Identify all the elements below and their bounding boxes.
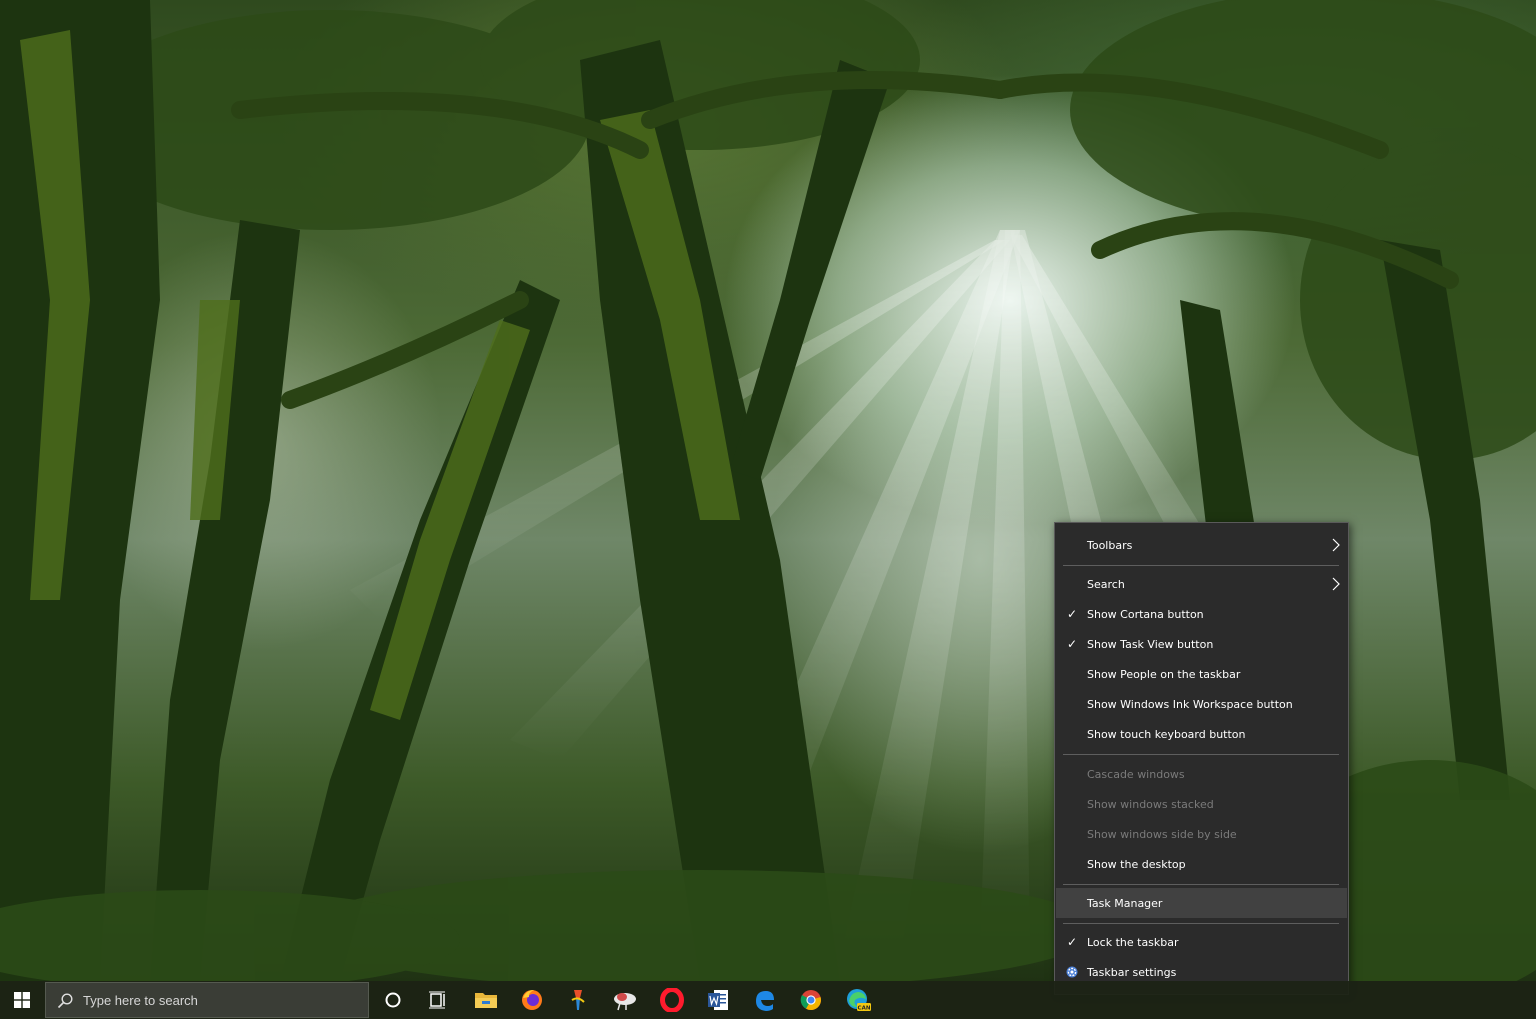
taskbar-search-box[interactable]: Type here to search bbox=[45, 982, 369, 1018]
file-explorer-icon bbox=[475, 993, 497, 1008]
chevron-right-icon bbox=[1332, 538, 1340, 552]
task-view-icon bbox=[429, 991, 445, 1009]
edge-canary-button[interactable]: CAN bbox=[835, 981, 881, 1019]
word-icon bbox=[708, 990, 728, 1010]
menu-item-show-people[interactable]: Show People on the taskbar bbox=[1056, 659, 1347, 689]
taskbar-context-menu: Toolbars Search ✓ Show Cortana button ✓ … bbox=[1054, 522, 1349, 995]
menu-item-show-cortana-button[interactable]: ✓ Show Cortana button bbox=[1056, 599, 1347, 629]
menu-separator bbox=[1063, 884, 1339, 885]
paint-3d-button[interactable] bbox=[555, 981, 601, 1019]
taskbar: Type here to search CAN bbox=[0, 981, 1536, 1019]
menu-item-show-touch-keyboard[interactable]: Show touch keyboard button bbox=[1056, 719, 1347, 749]
menu-item-label: Task Manager bbox=[1087, 896, 1163, 910]
menu-separator bbox=[1063, 754, 1339, 755]
canary-badge: CAN bbox=[858, 1005, 871, 1011]
menu-item-search[interactable]: Search bbox=[1056, 569, 1347, 599]
menu-item-task-manager[interactable]: Task Manager bbox=[1056, 888, 1347, 918]
edge-legacy-button[interactable] bbox=[742, 981, 788, 1019]
menu-item-show-windows-stacked: Show windows stacked bbox=[1056, 789, 1347, 819]
edge-canary-icon: CAN bbox=[847, 989, 871, 1011]
menu-item-toolbars[interactable]: Toolbars bbox=[1056, 530, 1347, 560]
chrome-icon bbox=[800, 990, 821, 1011]
checkmark-icon: ✓ bbox=[1066, 637, 1078, 651]
chrome-button[interactable] bbox=[788, 981, 834, 1019]
word-button[interactable] bbox=[695, 981, 741, 1019]
paint-3d-icon bbox=[571, 990, 585, 1010]
menu-item-label: Show Cortana button bbox=[1087, 607, 1204, 621]
menu-item-label: Show Windows Ink Workspace button bbox=[1087, 697, 1293, 711]
menu-item-label: Show the desktop bbox=[1087, 857, 1186, 871]
menu-item-label: Taskbar settings bbox=[1087, 965, 1177, 979]
search-icon bbox=[57, 993, 73, 1009]
menu-item-label: Cascade windows bbox=[1087, 767, 1185, 781]
search-placeholder: Type here to search bbox=[83, 993, 198, 1008]
menu-item-label: Show windows side by side bbox=[1087, 827, 1237, 841]
firefox-button[interactable] bbox=[509, 981, 555, 1019]
task-view-button[interactable] bbox=[415, 981, 461, 1019]
menu-separator bbox=[1063, 565, 1339, 566]
menu-separator bbox=[1063, 923, 1339, 924]
menu-item-label: Show People on the taskbar bbox=[1087, 667, 1241, 681]
checkmark-icon: ✓ bbox=[1066, 607, 1078, 621]
cloud-app-button[interactable] bbox=[602, 981, 648, 1019]
menu-item-show-windows-side-by-side: Show windows side by side bbox=[1056, 819, 1347, 849]
chevron-right-icon bbox=[1332, 577, 1340, 591]
menu-item-label: Show windows stacked bbox=[1087, 797, 1214, 811]
menu-item-show-task-view-button[interactable]: ✓ Show Task View button bbox=[1056, 629, 1347, 659]
menu-item-label: Show Task View button bbox=[1087, 637, 1214, 651]
opera-icon bbox=[660, 988, 684, 1012]
menu-item-lock-the-taskbar[interactable]: ✓ Lock the taskbar bbox=[1056, 927, 1347, 957]
firefox-icon bbox=[522, 990, 542, 1010]
start-button[interactable] bbox=[0, 981, 44, 1019]
opera-button[interactable] bbox=[649, 981, 695, 1019]
checkmark-icon: ✓ bbox=[1066, 935, 1078, 949]
menu-item-cascade-windows: Cascade windows bbox=[1056, 759, 1347, 789]
menu-item-show-the-desktop[interactable]: Show the desktop bbox=[1056, 849, 1347, 879]
windows-logo-icon bbox=[14, 992, 30, 1008]
file-explorer-button[interactable] bbox=[463, 981, 509, 1019]
cortana-icon bbox=[385, 992, 401, 1008]
menu-item-label: Search bbox=[1087, 577, 1125, 591]
cortana-button[interactable] bbox=[370, 981, 416, 1019]
menu-item-label: Lock the taskbar bbox=[1087, 935, 1179, 949]
edge-legacy-icon bbox=[756, 991, 774, 1011]
menu-item-label: Show touch keyboard button bbox=[1087, 727, 1246, 741]
gear-icon bbox=[1066, 966, 1078, 978]
menu-item-show-ink-workspace[interactable]: Show Windows Ink Workspace button bbox=[1056, 689, 1347, 719]
menu-item-label: Toolbars bbox=[1087, 538, 1133, 552]
cloud-app-icon bbox=[614, 993, 636, 1011]
